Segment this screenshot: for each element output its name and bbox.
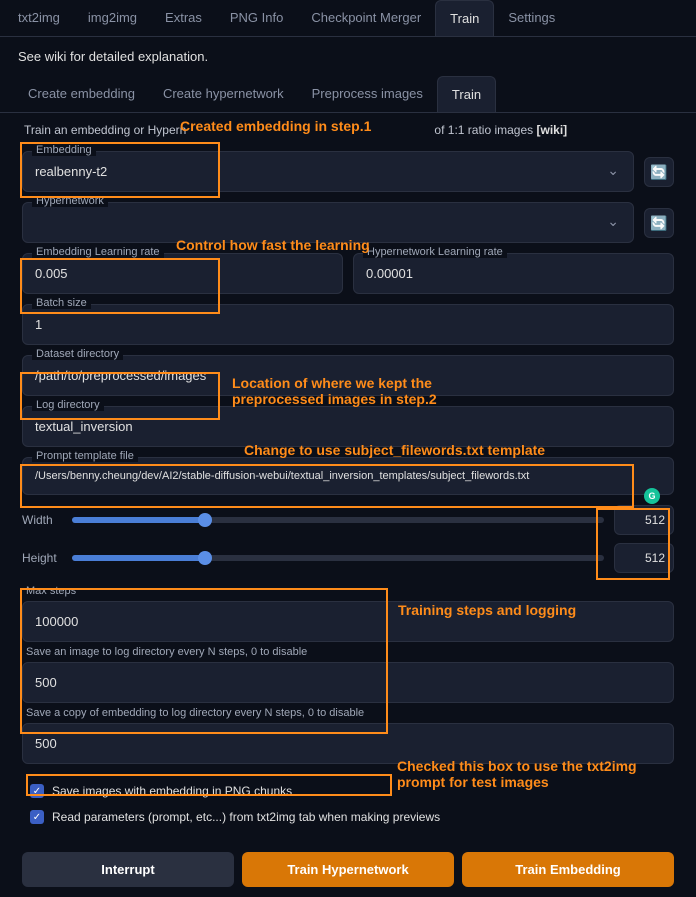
emb-lr-label: Embedding Learning rate xyxy=(32,246,164,258)
subtab-preprocess[interactable]: Preprocess images xyxy=(298,76,437,112)
tab-txt2img[interactable]: txt2img xyxy=(4,0,74,36)
logdir-input[interactable] xyxy=(22,406,674,447)
tab-pnginfo[interactable]: PNG Info xyxy=(216,0,297,36)
subtab-create-embedding[interactable]: Create embedding xyxy=(14,76,149,112)
checkbox-icon: ✓ xyxy=(30,784,44,798)
tab-settings[interactable]: Settings xyxy=(494,0,569,36)
train-embedding-button[interactable]: Train Embedding xyxy=(462,852,674,887)
hypernetwork-label: Hypernetwork xyxy=(32,195,108,207)
subtab-train[interactable]: Train xyxy=(437,76,496,112)
top-tabs: txt2img img2img Extras PNG Info Checkpoi… xyxy=(0,0,696,37)
subtab-create-hypernetwork[interactable]: Create hypernetwork xyxy=(149,76,298,112)
interrupt-button[interactable]: Interrupt xyxy=(22,852,234,887)
emb-lr-input[interactable] xyxy=(22,253,343,294)
batch-input[interactable] xyxy=(22,304,674,345)
savecopy-label: Save a copy of embedding to log director… xyxy=(22,703,674,723)
prompt-template-input[interactable] xyxy=(22,457,674,495)
sub-tabs: Create embedding Create hypernetwork Pre… xyxy=(0,76,696,113)
width-label: Width xyxy=(22,513,62,527)
dataset-input[interactable] xyxy=(22,355,674,396)
save-png-checkbox-row[interactable]: ✓ Save images with embedding in PNG chun… xyxy=(22,778,674,804)
batch-label: Batch size xyxy=(32,297,91,309)
wiki-note: See wiki for detailed explanation. xyxy=(0,37,696,72)
embedding-select[interactable]: realbenny-t2 xyxy=(22,151,634,192)
hyper-lr-label: Hypernetwork Learning rate xyxy=(363,246,507,258)
height-slider[interactable] xyxy=(72,555,604,561)
hyper-lr-input[interactable] xyxy=(353,253,674,294)
grammarly-icon: G xyxy=(644,488,660,504)
height-label: Height xyxy=(22,551,62,565)
saveimg-label: Save an image to log directory every N s… xyxy=(22,642,674,662)
wiki-link[interactable]: [wiki] xyxy=(536,123,567,137)
refresh-embedding-icon[interactable]: 🔄 xyxy=(644,157,674,187)
saveimg-input[interactable] xyxy=(22,662,674,703)
tab-checkpoint[interactable]: Checkpoint Merger xyxy=(297,0,435,36)
logdir-label: Log directory xyxy=(32,399,104,411)
refresh-hypernetwork-icon[interactable]: 🔄 xyxy=(644,208,674,238)
train-description: Train an embedding or Hypernetwork; you … xyxy=(0,113,696,147)
maxsteps-label: Max steps xyxy=(22,581,674,601)
read-params-label: Read parameters (prompt, etc...) from tx… xyxy=(52,810,440,824)
checkbox-icon: ✓ xyxy=(30,810,44,824)
tab-extras[interactable]: Extras xyxy=(151,0,216,36)
train-hypernetwork-button[interactable]: Train Hypernetwork xyxy=(242,852,454,887)
width-slider[interactable] xyxy=(72,517,604,523)
tab-train[interactable]: Train xyxy=(435,0,494,36)
hypernetwork-select[interactable] xyxy=(22,202,634,243)
height-value[interactable]: 512 xyxy=(614,543,674,573)
width-value[interactable]: 512 xyxy=(614,505,674,535)
maxsteps-input[interactable] xyxy=(22,601,674,642)
embedding-label: Embedding xyxy=(32,144,96,156)
save-png-label: Save images with embedding in PNG chunks xyxy=(52,784,292,798)
savecopy-input[interactable] xyxy=(22,723,674,764)
dataset-label: Dataset directory xyxy=(32,348,123,360)
prompt-template-label: Prompt template file xyxy=(32,450,138,462)
tab-img2img[interactable]: img2img xyxy=(74,0,151,36)
read-params-checkbox-row[interactable]: ✓ Read parameters (prompt, etc...) from … xyxy=(22,804,674,830)
